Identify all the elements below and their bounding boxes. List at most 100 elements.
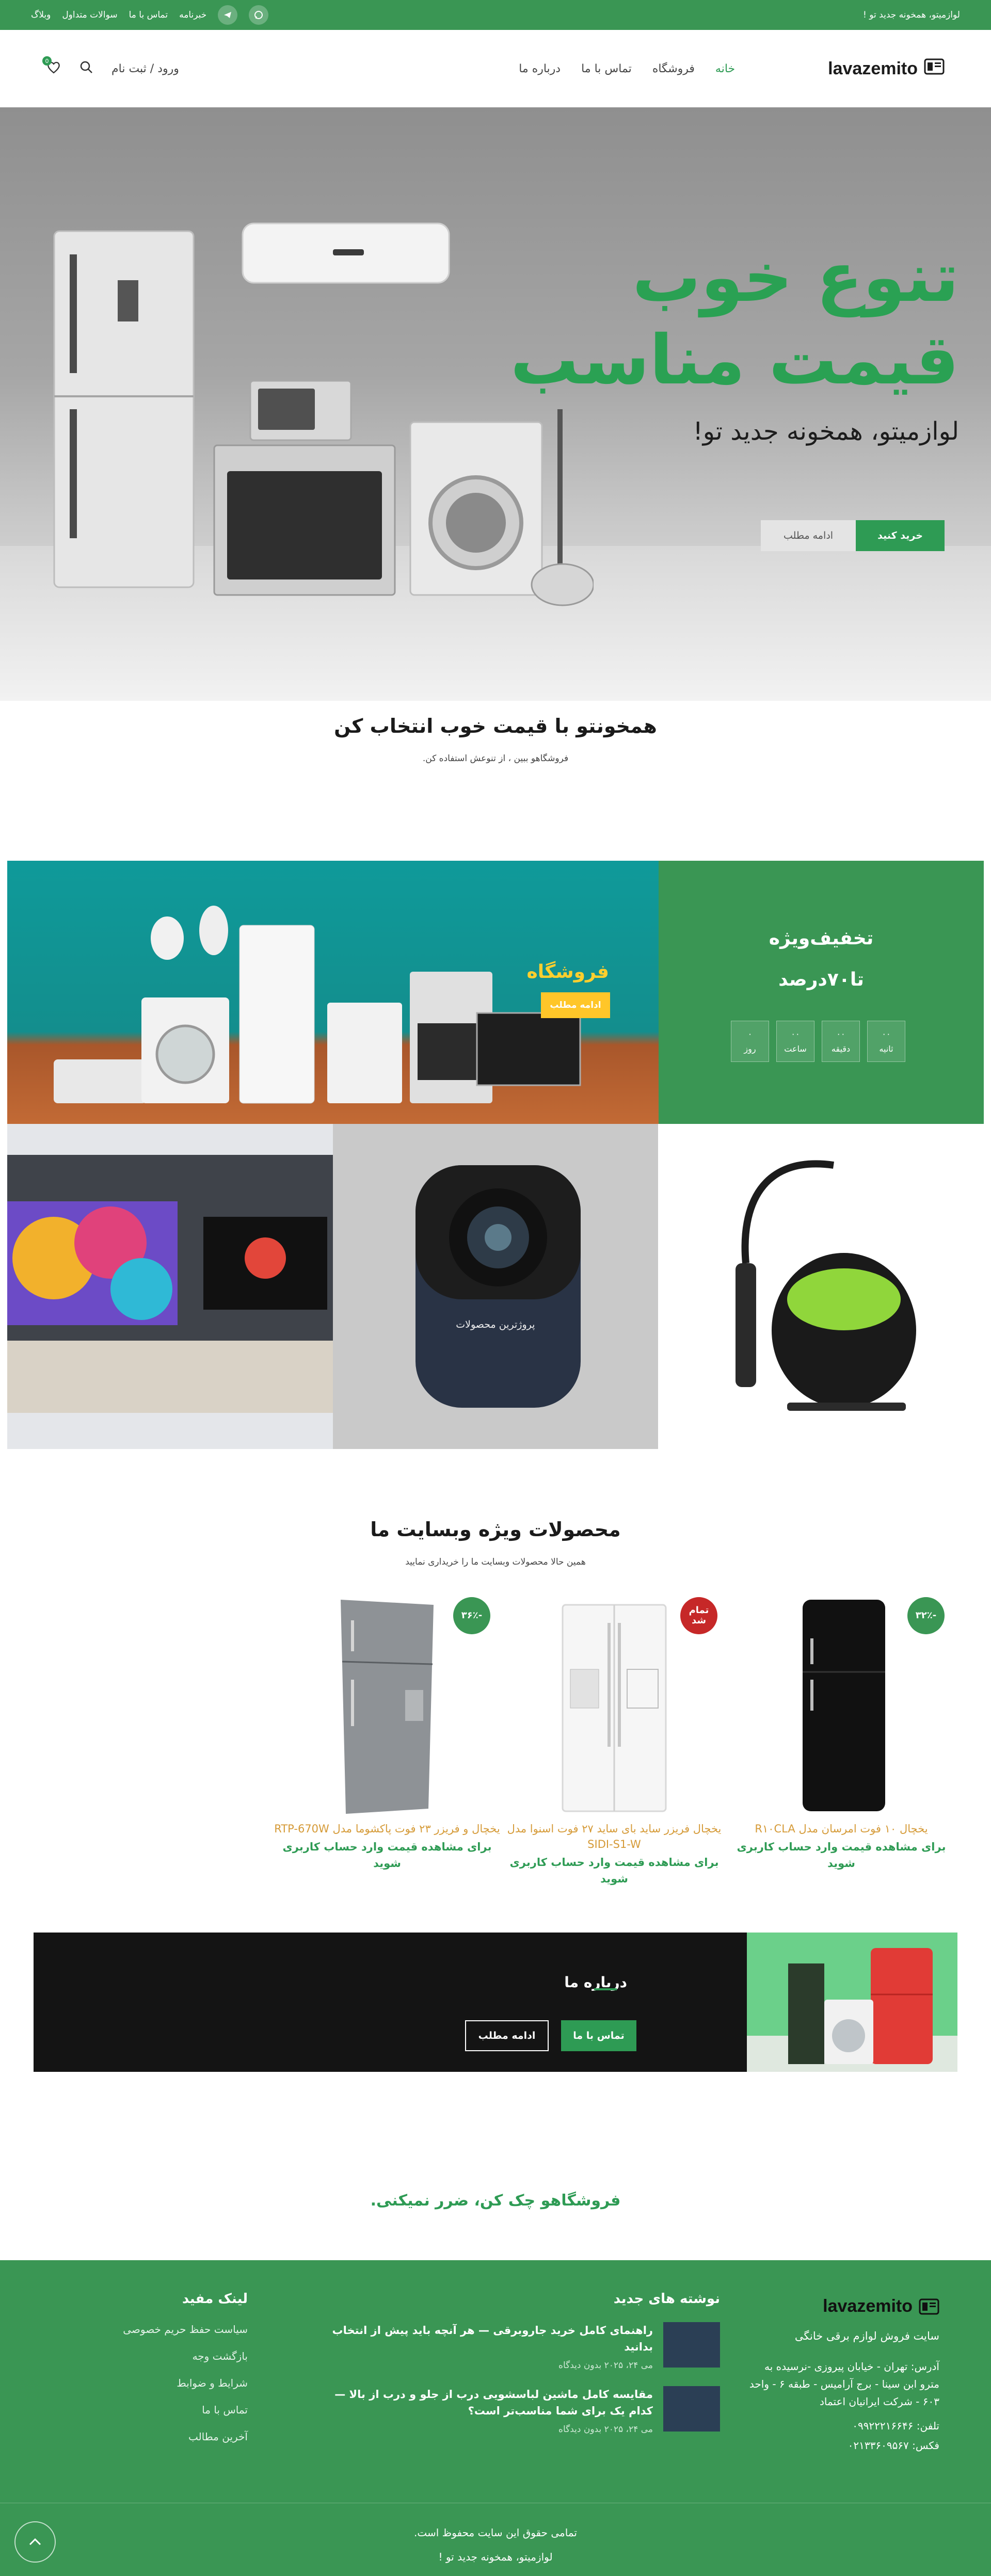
hero-title: تنوع خوب قیمت مناسب	[510, 236, 959, 401]
top-link-faq[interactable]: سوالات متداول	[62, 10, 117, 20]
discount-title: تخفیف‌ویژه	[769, 928, 874, 949]
promo-shop-label: فروشگاه	[526, 961, 609, 983]
product-card[interactable]: -۳۲٪ یخچال ۱۰ فوت امرسان مدل R۱۰CLA برای…	[728, 1592, 955, 1872]
product-name[interactable]: یخچال ۱۰ فوت امرسان مدل R۱۰CLA	[728, 1821, 955, 1837]
products-subtitle: همین حالا محصولات وبسایت ما را خریداری ن…	[405, 1557, 586, 1567]
footer-link-contact[interactable]: تماس با ما	[93, 2396, 248, 2423]
timer-minutes: ۰۰ دقیقه	[822, 1021, 860, 1062]
hero-title-line2: قیمت مناسب	[510, 320, 959, 400]
hero-buy-button[interactable]: خرید کنید	[856, 520, 945, 551]
copyright-text: تمامی حقوق این سایت محفوظ است.	[413, 2526, 577, 2539]
top-bar-links: خبرنامه تماس با ما سوالات متداول وبلاگ	[31, 5, 269, 25]
top-bar: لوازمیتو، همخونه جدید تو ! خبرنامه تماس …	[0, 0, 991, 30]
telegram-icon[interactable]	[218, 5, 238, 25]
about-title-underline	[594, 1988, 617, 1990]
main-nav: خانه فروشگاه تماس با ما درباره ما	[519, 62, 735, 75]
footer-link-refund[interactable]: بازگشت وجه	[93, 2343, 248, 2370]
nav-contact[interactable]: تماس با ما	[581, 62, 632, 75]
post-item[interactable]: مقایسه کامل ماشین لباسشویی درب از جلو و …	[328, 2386, 720, 2435]
logo-icon	[924, 58, 945, 80]
nav-shop[interactable]: فروشگاه	[652, 62, 695, 75]
nav-home[interactable]: خانه	[715, 62, 735, 75]
top-link-contact[interactable]: تماس با ما	[129, 10, 168, 20]
back-to-top-button[interactable]	[14, 2521, 56, 2563]
footer-link-latest[interactable]: آخرین مطالب	[93, 2423, 248, 2450]
footer-useful-links: لینک مفید سیاست حفظ حریم خصوصی بازگشت وج…	[93, 2291, 248, 2450]
top-bar-tagline: لوازمیتو، همخونه جدید تو !	[863, 10, 960, 20]
product-card[interactable]: -۳۶٪ یخچال و فریزر ۲۳ فوت پاکشوما مدل RT…	[274, 1592, 501, 1872]
hero-banner: تنوع خوب قیمت مناسب لوازمیتو، همخونه جدی…	[0, 107, 991, 701]
hero-title-line1: تنوع خوب	[632, 238, 959, 317]
post-item[interactable]: راهنمای کامل خرید جاروبرقی — هر آنچه بای…	[328, 2322, 720, 2371]
footer-phone: تلفن: ۰۹۹۲۲۲۱۶۶۴۶	[852, 2420, 939, 2432]
tile-vacuum[interactable]	[658, 1124, 984, 1449]
logo-icon	[919, 2298, 939, 2314]
footer-bottom-bar: تمامی حقوق این سایت محفوظ است. لوازمیتو،…	[0, 2503, 991, 2576]
tile-tv[interactable]	[7, 1124, 333, 1449]
promo-shop-button[interactable]: ادامه مطلب	[541, 992, 610, 1018]
post-date: می ۲۴، ۲۰۲۵	[604, 2360, 653, 2371]
post-title[interactable]: راهنمای کامل خرید جاروبرقی — هر آنچه بای…	[328, 2322, 653, 2355]
login-link[interactable]: ورود / ثبت نام	[111, 62, 179, 75]
product-name[interactable]: یخچال و فریزر ۲۳ فوت پاکشوما مدل RTP-670…	[274, 1821, 501, 1837]
projector-label: پرو‌ژترین محصولات	[456, 1319, 535, 1330]
post-comments[interactable]: بدون دیدگاه	[558, 2424, 601, 2435]
post-thumbnail[interactable]	[663, 2386, 720, 2432]
footer-tagline: لوازمیتو، همخونه جدید تو !	[438, 2551, 553, 2563]
intro-subtitle: فروشگاهو ببین ، از تنوعش استفاده کن.	[422, 753, 569, 764]
footer-link-privacy[interactable]: سیاست حفظ حریم خصوصی	[93, 2316, 248, 2343]
search-icon[interactable]	[79, 60, 93, 77]
footer-about-text: سایت فروش لوازم برقی خانگی	[794, 2330, 939, 2342]
about-image	[747, 1933, 957, 2072]
product-name[interactable]: یخچال فریزر ساید بای ساید ۲۷ فوت اسنوا م…	[501, 1821, 728, 1852]
special-discount-panel: تخفیف‌ویژه تا۷۰درصد ۰۰ ثانیه ۰۰ دقیقه ۰۰ سا…	[659, 861, 984, 1124]
shop-promo-banner[interactable]: فروشگاه ادامه مطلب	[7, 861, 659, 1124]
nav-about[interactable]: درباره ما	[519, 62, 561, 75]
post-comments[interactable]: بدون دیدگاه	[558, 2360, 601, 2371]
whatsapp-icon[interactable]	[249, 5, 269, 25]
product-card[interactable]: تمام شد یخچال فریزر ساید بای ساید ۲۷ فوت…	[501, 1592, 728, 1887]
tile-projector[interactable]: پرو‌ژترین محصولات	[332, 1124, 659, 1449]
category-tiles: پرو‌ژترین محصولات	[7, 1124, 984, 1449]
post-date: می ۲۴، ۲۰۲۵	[604, 2424, 653, 2435]
discount-badge: -۳۲٪	[907, 1597, 945, 1634]
links-title: لینک مفید	[182, 2291, 248, 2307]
about-section: درباره ما تماس با ما ادامه مطلب	[34, 1933, 957, 2072]
top-link-newsletter[interactable]: خبرنامه	[179, 10, 206, 20]
countdown-timer: ۰۰ ثانیه ۰۰ دقیقه ۰۰ ساعت ۰ روز	[731, 1021, 905, 1062]
slogan: فروشگاهو چک کن، ضرر نمیکنی.	[370, 2192, 621, 2210]
footer-link-terms[interactable]: شرایط و ضوابط	[93, 2370, 248, 2396]
tv-image	[7, 1155, 333, 1413]
product-price: برای مشاهده قیمت وارد حساب کاربری شوید	[282, 1841, 492, 1870]
vacuum-image	[736, 1160, 917, 1411]
wishlist-icon[interactable]: 0	[42, 56, 61, 77]
footer-brand: lavazemito سایت فروش لوازم برقی خانگی آد…	[748, 2296, 939, 2452]
footer-recent-posts: نوشته های جدید راهنمای کامل خرید جاروبرق…	[328, 2291, 720, 2435]
hero-more-button[interactable]: ادامه مطلب	[761, 520, 856, 551]
site-logo[interactable]: lavazemito	[828, 58, 945, 80]
discount-badge: -۳۶٪	[453, 1597, 490, 1634]
top-link-blog[interactable]: وبلاگ	[31, 10, 51, 20]
product-price: برای مشاهده قیمت وارد حساب کاربری شوید	[509, 1856, 719, 1885]
about-more-button[interactable]: ادامه مطلب	[465, 2020, 549, 2051]
post-thumbnail[interactable]	[663, 2322, 720, 2368]
site-header: lavazemito خانه فروشگاه تماس با ما دربار…	[0, 30, 991, 107]
footer-address: آدرس: تهران - خیابان پیروزی -نرسیده به م…	[749, 2360, 939, 2408]
chevron-up-icon	[29, 2538, 41, 2546]
projector-image	[415, 1165, 581, 1408]
discount-value: تا۷۰درصد	[778, 969, 864, 990]
hero-subtitle: لوازمیتو، همخونه جدید تو!	[693, 417, 959, 446]
intro-title: همخونتو با قیمت خوب انتخاب کن	[334, 715, 657, 737]
appliances-group-image	[54, 906, 581, 1104]
logo-text: lavazemito	[828, 58, 918, 78]
footer-logo[interactable]: lavazemito	[748, 2296, 939, 2316]
products-title: محصولات ویژه وبسایت ما	[370, 1518, 621, 1541]
timer-seconds: ۰۰ ثانیه	[867, 1021, 905, 1062]
product-price: برای مشاهده قیمت وارد حساب کاربری شوید	[737, 1841, 946, 1870]
timer-hours: ۰۰ ساعت	[776, 1021, 814, 1062]
post-title[interactable]: مقایسه کامل ماشین لباسشویی درب از جلو و …	[328, 2386, 653, 2419]
timer-days: ۰ روز	[731, 1021, 769, 1062]
header-actions: ورود / ثبت نام 0	[42, 56, 179, 77]
about-contact-button[interactable]: تماس با ما	[561, 2020, 636, 2051]
footer-fax: فکس: ۰۲۱۳۳۶۰۹۵۶۷	[848, 2439, 939, 2452]
